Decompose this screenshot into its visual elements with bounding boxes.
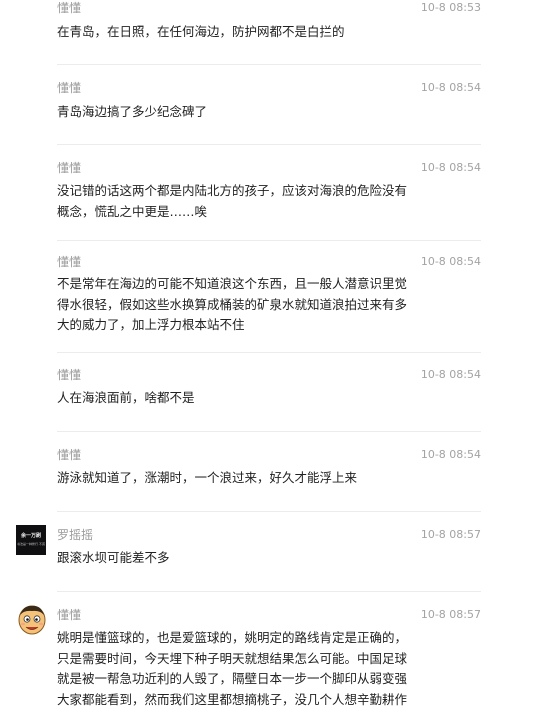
comment-text: 姚明是懂篮球的，也是爱篮球的，姚明定的路线肯定是正确的， 只是需要时间，今天埋下… bbox=[57, 630, 408, 707]
comment-divider bbox=[57, 352, 481, 353]
comment-time: 10-8 08:54 bbox=[420, 255, 481, 268]
comment-author[interactable]: 懂懂 bbox=[57, 367, 81, 383]
comment-author[interactable]: 懂懂 bbox=[57, 447, 81, 463]
comment-time: 10-8 08:54 bbox=[420, 448, 481, 461]
comment-time: 10-8 08:57 bbox=[420, 608, 481, 621]
comment-time: 10-8 08:54 bbox=[420, 81, 481, 94]
comment-time: 10-8 08:53 bbox=[420, 1, 481, 14]
comment-divider bbox=[57, 511, 481, 512]
cartoon-face-icon bbox=[18, 605, 46, 635]
comment-divider bbox=[57, 431, 481, 432]
comment-author[interactable]: 懂懂 bbox=[57, 80, 81, 96]
comment-divider bbox=[57, 144, 481, 145]
comment-divider bbox=[57, 591, 481, 592]
avatar-text: 余一万刷 bbox=[20, 533, 41, 539]
comment-text: 不是常年在海边的可能不知道浪这个东西，且一般人潜意识里觉 得水很轻，假如这些水换… bbox=[57, 276, 408, 332]
comment-text: 没记错的话这两个都是内陆北方的孩子，应该对海浪的危险没有 概念，慌乱之中更是……… bbox=[57, 183, 408, 219]
comment-time: 10-8 08:57 bbox=[420, 528, 481, 541]
comment-text: 在青岛，在日照，在任何海边，防护网都不是白拦的 bbox=[57, 24, 345, 39]
comment-author[interactable]: 懂懂 bbox=[57, 0, 81, 16]
comment-divider bbox=[57, 64, 481, 65]
avatar[interactable]: 余一万刷 书法是一种修行·不惑 bbox=[16, 525, 46, 555]
avatar-subtext: 书法是一种修行·不惑 bbox=[17, 542, 45, 546]
comment-author[interactable]: 懂懂 bbox=[57, 160, 81, 176]
comment-divider bbox=[57, 240, 481, 241]
avatar[interactable] bbox=[16, 602, 48, 635]
comment-time: 10-8 08:54 bbox=[420, 368, 481, 381]
comment-author[interactable]: 懂懂 bbox=[57, 254, 81, 270]
comment-time: 10-8 08:54 bbox=[420, 161, 481, 174]
comment-text: 青岛海边搞了多少纪念碑了 bbox=[57, 104, 208, 119]
comment-text: 跟滚水坝可能差不多 bbox=[57, 550, 170, 565]
comment-text: 人在海浪面前，啥都不是 bbox=[57, 390, 195, 405]
comment-author[interactable]: 懂懂 bbox=[57, 607, 81, 623]
comment-text: 游泳就知道了，涨潮时，一个浪过来，好久才能浮上来 bbox=[57, 470, 358, 485]
comment-author[interactable]: 罗摇摇 bbox=[57, 527, 93, 543]
